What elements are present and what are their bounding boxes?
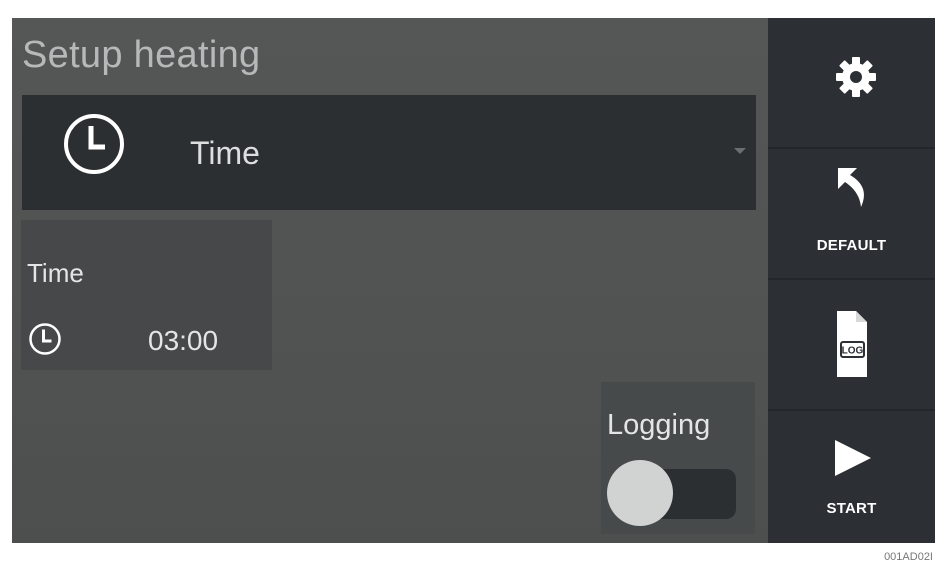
- clock-icon: [64, 114, 124, 174]
- figure-id: 001AD02I: [884, 551, 933, 563]
- log-file-icon: LOG: [837, 311, 867, 377]
- settings-button[interactable]: [768, 18, 935, 147]
- heating-setup-screen: Setup heating Time Time 03:00 Logging DE…: [12, 18, 935, 543]
- page-title: Setup heating: [22, 34, 261, 76]
- start-button[interactable]: START: [768, 411, 935, 543]
- log-button[interactable]: LOG: [768, 280, 935, 409]
- selected-mode-label: Time: [190, 135, 260, 171]
- toggle-knob: [607, 460, 673, 526]
- heating-mode-dropdown[interactable]: Time: [22, 95, 756, 210]
- start-label: START: [826, 500, 877, 517]
- clock-icon: [29, 323, 61, 355]
- time-value: 03:00: [148, 325, 219, 356]
- undo-arrow-icon: [838, 168, 864, 207]
- time-card-label: Time: [27, 258, 84, 288]
- logging-toggle[interactable]: [607, 460, 736, 526]
- log-icon-text: LOG: [842, 346, 864, 357]
- default-label: DEFAULT: [816, 237, 887, 254]
- chevron-down-icon: [734, 148, 746, 154]
- play-icon: [835, 440, 871, 476]
- default-button[interactable]: DEFAULT: [768, 149, 935, 278]
- gear-icon: [836, 57, 876, 97]
- logging-card: Logging: [601, 382, 755, 534]
- action-sidebar: DEFAULT LOG START: [768, 18, 935, 543]
- logging-label: Logging: [607, 409, 711, 441]
- time-setting-card[interactable]: Time 03:00: [21, 220, 272, 370]
